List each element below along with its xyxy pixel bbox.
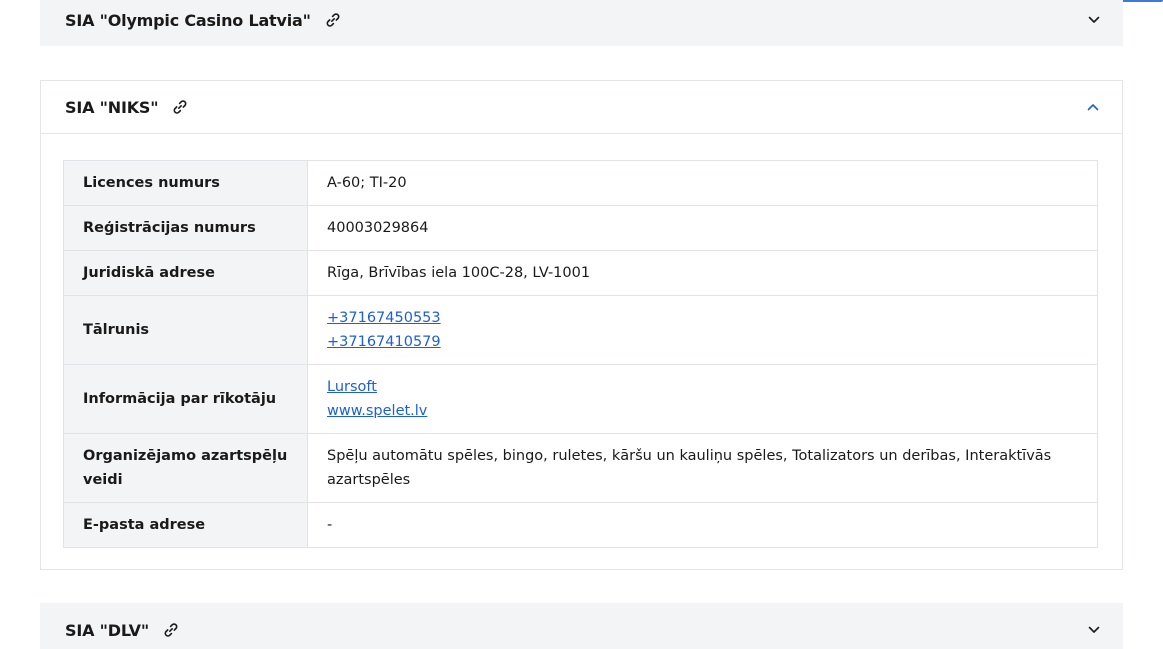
row-label-info: Informācija par rīkotāju	[63, 364, 308, 434]
accordion-dlv: SIA "DLV"	[40, 603, 1123, 649]
website-link[interactable]: www.spelet.lv	[327, 399, 1078, 423]
link-icon[interactable]	[163, 622, 179, 638]
table-row: Juridiskā adrese Rīga, Brīvības iela 100…	[63, 250, 1098, 296]
phone-link-1[interactable]: +37167450553	[327, 306, 1078, 330]
row-label-email: E-pasta adrese	[63, 502, 308, 548]
page: SIA "Olympic Casino Latvia" SIA "NIKS" L…	[0, 0, 1163, 649]
table-row: Informācija par rīkotāju Lursoft www.spe…	[63, 364, 1098, 434]
row-label-types: Organizējamo azartspēļu veidi	[63, 433, 308, 503]
accordion-title: SIA "DLV"	[65, 620, 149, 640]
table-row: Reģistrācijas numurs 40003029864	[63, 205, 1098, 251]
row-value-license: A-60; TI-20	[307, 160, 1098, 206]
row-label-license: Licences numurs	[63, 160, 308, 206]
accordion-header-olympic-casino[interactable]: SIA "Olympic Casino Latvia"	[40, 0, 1123, 46]
row-label-address: Juridiskā adrese	[63, 250, 308, 296]
chevron-down-icon[interactable]	[1087, 623, 1101, 637]
phone-link-2[interactable]: +37167410579	[327, 330, 1078, 354]
details-table: Licences numurs A-60; TI-20 Reģistrācija…	[63, 160, 1098, 548]
chevron-down-icon[interactable]	[1087, 13, 1101, 27]
accordion-title: SIA "NIKS"	[65, 97, 159, 117]
row-value-address: Rīga, Brīvības iela 100C-28, LV-1001	[307, 250, 1098, 296]
link-icon[interactable]	[172, 99, 188, 115]
lursoft-link[interactable]: Lursoft	[327, 375, 1078, 399]
row-value-info: Lursoft www.spelet.lv	[307, 364, 1098, 434]
accordion-title: SIA "Olympic Casino Latvia"	[65, 10, 311, 30]
row-value-email: -	[307, 502, 1098, 548]
row-value-phone: +37167450553 +37167410579	[307, 295, 1098, 365]
chevron-up-icon[interactable]	[1086, 100, 1100, 114]
row-value-types: Spēļu automātu spēles, bingo, ruletes, k…	[307, 433, 1098, 503]
table-row: E-pasta adrese -	[63, 502, 1098, 548]
table-row: Organizējamo azartspēļu veidi Spēļu auto…	[63, 433, 1098, 503]
row-label-registration: Reģistrācijas numurs	[63, 205, 308, 251]
accordion-header-niks[interactable]: SIA "NIKS"	[41, 81, 1122, 134]
row-label-phone: Tālrunis	[63, 295, 308, 365]
link-icon[interactable]	[325, 12, 341, 28]
accordion-header-dlv[interactable]: SIA "DLV"	[40, 603, 1123, 649]
table-row: Licences numurs A-60; TI-20	[63, 160, 1098, 206]
row-value-registration: 40003029864	[307, 205, 1098, 251]
table-row: Tālrunis +37167450553 +37167410579	[63, 295, 1098, 365]
accordion-niks: SIA "NIKS" Licences numurs A-60; TI-20 R…	[40, 80, 1123, 570]
accordion-olympic-casino: SIA "Olympic Casino Latvia"	[40, 0, 1123, 46]
